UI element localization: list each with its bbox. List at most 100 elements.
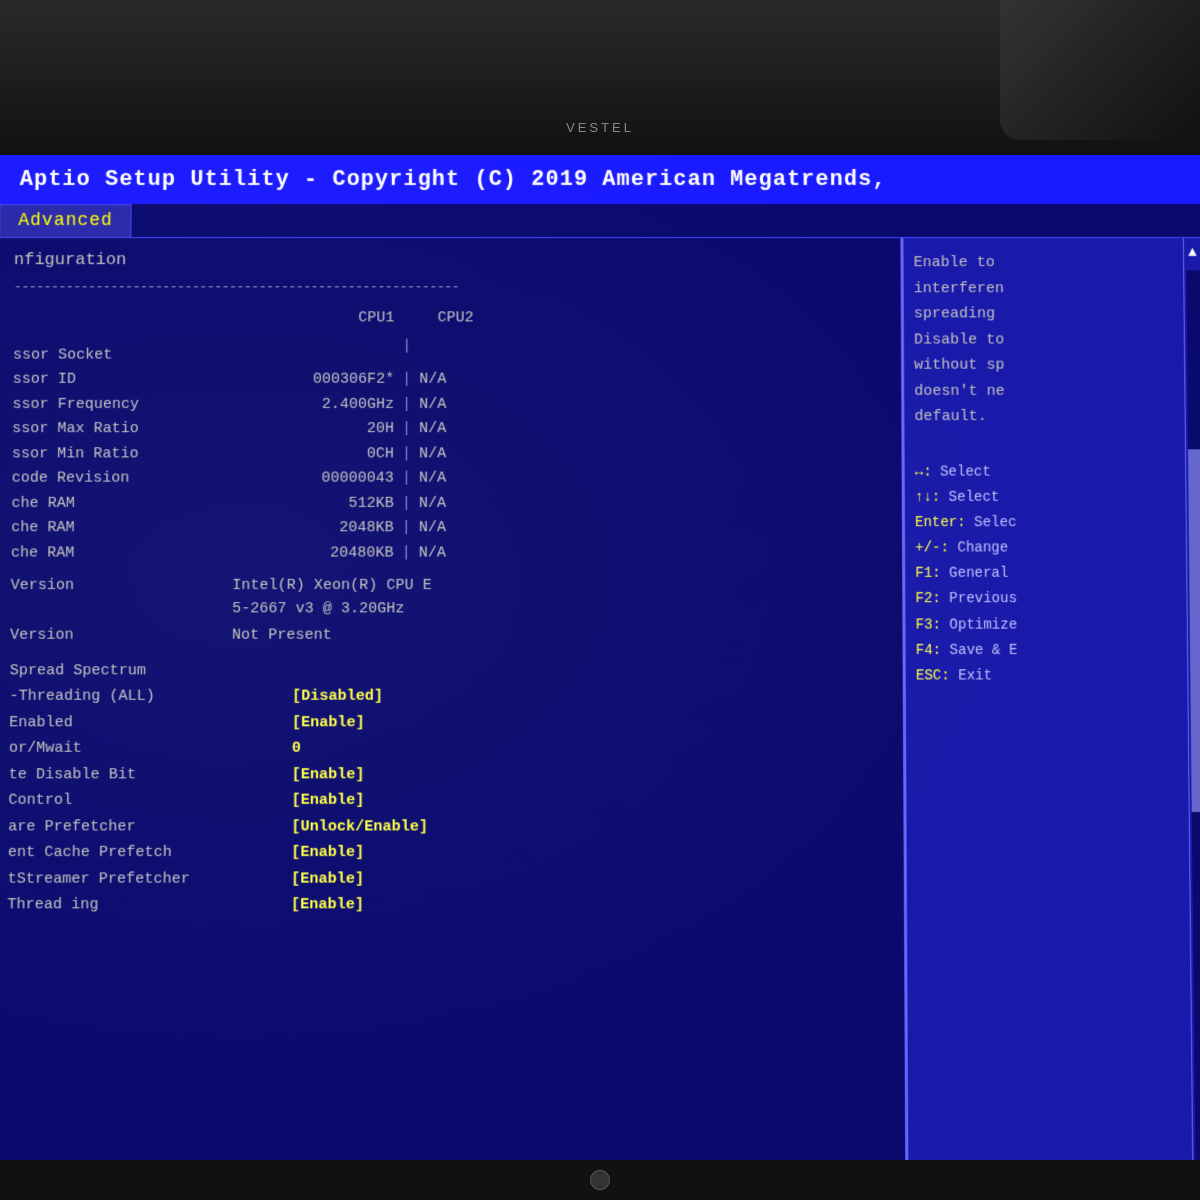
table-row: che RAM 20480KB | N/A [11, 542, 887, 565]
table-row: ssor Socket | [13, 335, 886, 366]
monitor-bottom-bezel [0, 1160, 1200, 1200]
row-label: ssor ID [13, 369, 234, 392]
settings-value: [Disabled] [292, 686, 383, 709]
table-row: ssor Frequency 2.400GHz | N/A [12, 393, 886, 416]
nav-key-symbol: ↑↓: [915, 489, 949, 505]
nav-key-symbol: Enter: [915, 515, 974, 531]
row-label: che RAM [11, 542, 233, 565]
nav-key-label: General [949, 566, 1008, 582]
version-cpu1-value: Intel(R) Xeon(R) CPU E5-2667 v3 @ 3.20GH… [232, 575, 432, 621]
list-item: Thread ing [Enable] [7, 894, 889, 917]
nav-key-row: Enter: Selec [915, 511, 1194, 536]
settings-label: ent Cache Prefetch [8, 842, 292, 865]
help-line5: without sp [914, 357, 1004, 374]
list-item[interactable]: Enabled [Enable] [9, 712, 888, 735]
table-row: code Revision 00000043 | N/A [12, 468, 887, 491]
nav-key-symbol: F2: [915, 591, 949, 607]
nav-key-label: Select [949, 489, 1000, 505]
nav-key-row: F4: Save & E [916, 639, 1196, 665]
help-line1: Enable to [914, 254, 995, 271]
nav-key-symbol: ESC: [916, 668, 958, 684]
cpu-header-row: CPU1 CPU2 [13, 307, 886, 330]
table-row: che RAM 512KB | N/A [11, 492, 886, 515]
cpu2-header: CPU2 [438, 307, 474, 330]
settings-value: [Unlock/Enable] [291, 816, 428, 839]
title-text: Aptio Setup Utility - Copyright (C) 2019… [20, 167, 887, 192]
list-item[interactable]: -Threading (ALL) [Disabled] [9, 686, 887, 709]
nav-key-row: F3: Optimize [916, 613, 1195, 639]
row-values: 000306F2* | N/A [233, 369, 446, 392]
settings-label: te Disable Bit [9, 764, 292, 787]
settings-section: Spread Spectrum -Threading (ALL) [Disabl… [7, 660, 889, 917]
info-table: ssor Socket | ssor ID 000306F2* | N/A [11, 335, 887, 564]
nav-key-row: ↔: Select [915, 460, 1194, 485]
nav-key-symbol: F3: [916, 617, 950, 633]
settings-label: tStreamer Prefetcher [7, 868, 291, 891]
list-item[interactable]: or/Mwait 0 [9, 738, 888, 761]
nav-key-symbol: ↔: [915, 464, 940, 480]
nav-key-symbol: F1: [915, 566, 949, 582]
bios-screen: Aptio Setup Utility - Copyright (C) 2019… [0, 155, 1200, 1200]
monitor-power-button[interactable] [590, 1170, 610, 1190]
version-row-cpu2: Version Not Present [10, 625, 887, 648]
version-cpu2-value: Not Present [232, 625, 332, 648]
settings-label: Thread ing [7, 894, 291, 917]
section-title: nfiguration [14, 248, 886, 274]
list-item[interactable]: te Disable Bit [Enable] [9, 764, 889, 787]
settings-label: Control [8, 790, 291, 813]
row-label: code Revision [12, 468, 233, 491]
nav-bar: Advanced [0, 204, 1200, 238]
settings-value: [Enable] [291, 790, 364, 813]
nav-key-symbol: F4: [916, 643, 950, 659]
help-divider [915, 430, 1194, 460]
row-label: ssor Frequency [12, 393, 233, 416]
row-label: ssor Min Ratio [12, 443, 233, 466]
scrollbar-up-arrow[interactable]: ▲ [1188, 238, 1197, 268]
table-row: che RAM 2048KB | N/A [11, 517, 887, 540]
main-layout: nfiguration ----------------------------… [0, 238, 1200, 1200]
nav-key-row: F1: General [915, 562, 1194, 588]
help-line6: doesn't ne [914, 382, 1004, 399]
version-row-cpu1: Version Intel(R) Xeon(R) CPU E5-2667 v3 … [10, 575, 887, 621]
nav-key-row: ESC: Exit [916, 664, 1196, 690]
table-row: ssor Max Ratio 20H | N/A [12, 418, 886, 441]
nav-key-row: F2: Previous [915, 587, 1194, 613]
tab-advanced[interactable]: Advanced [0, 204, 132, 237]
list-item[interactable]: ent Cache Prefetch [Enable] [8, 842, 889, 865]
list-item[interactable]: are Prefetcher [Unlock/Enable] [8, 816, 888, 839]
settings-label: or/Mwait [9, 738, 292, 761]
row-values: 20480KB | N/A [232, 542, 446, 565]
monitor-brand: VESTEL [566, 120, 634, 135]
nav-key-label: Exit [958, 668, 992, 684]
nav-key-label: Selec [974, 515, 1016, 531]
header-spacer [13, 307, 234, 330]
help-line4: Disable to [914, 331, 1004, 348]
row-values: 0CH | N/A [233, 443, 446, 466]
help-line7: default. [914, 408, 986, 425]
version-label: Version [10, 575, 232, 598]
scrollbar-track[interactable] [1186, 271, 1200, 1178]
scrollbar-thumb[interactable] [1188, 450, 1200, 812]
list-item[interactable]: tStreamer Prefetcher [Enable] [7, 868, 888, 891]
settings-value: 0 [292, 738, 301, 761]
settings-label: -Threading (ALL) [9, 686, 292, 709]
row-label: ssor Socket [13, 344, 234, 367]
nav-key-label: Save & E [950, 643, 1018, 659]
nav-key-row: +/-: Change [915, 536, 1194, 562]
scrollbar[interactable]: ▲ ▼ [1183, 238, 1200, 1200]
settings-value: [Enable] [291, 842, 364, 865]
nav-key-label: Previous [949, 591, 1017, 607]
table-row: ssor Min Ratio 0CH | N/A [12, 443, 887, 466]
nav-keys: ↔: Select ↑↓: Select Enter: Selec +/-: C… [915, 460, 1196, 690]
row-values: 2.400GHz | N/A [233, 393, 446, 416]
settings-value: [Enable] [292, 712, 365, 735]
row-label: ssor Max Ratio [12, 418, 233, 441]
version-label-2: Version [10, 625, 232, 648]
list-item[interactable]: Control [Enable] [8, 790, 888, 813]
left-panel: nfiguration ----------------------------… [0, 238, 906, 1200]
settings-value: [Enable] [291, 894, 364, 917]
nav-key-symbol: +/-: [915, 540, 957, 556]
row-values: | [234, 335, 420, 358]
title-bar: Aptio Setup Utility - Copyright (C) 2019… [0, 155, 1200, 204]
row-values: 00000043 | N/A [233, 468, 446, 491]
